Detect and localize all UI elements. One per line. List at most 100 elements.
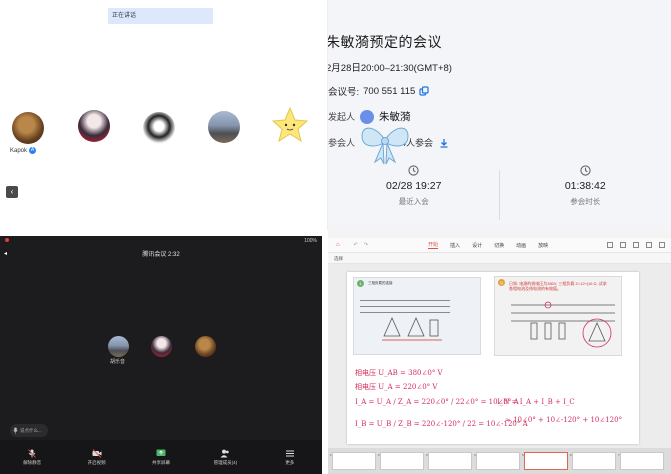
bow-sticker-icon xyxy=(361,127,409,165)
download-icon[interactable] xyxy=(439,138,449,148)
editor-title-bar xyxy=(328,230,671,238)
last-join-time: 02/28 19:27 xyxy=(386,180,442,192)
layout-icon[interactable] xyxy=(620,242,626,248)
history-clock-icon xyxy=(408,165,419,176)
handwritten-line-4: I_B = U_B / Z_B = 220∠-120° / 22 = 10∠-1… xyxy=(355,420,528,428)
lesson-card: 1 三相负载的连接 xyxy=(353,277,481,355)
status-bar: 100% xyxy=(0,236,322,246)
collapse-panel-button[interactable]: ‹ xyxy=(6,186,18,198)
slide-canvas[interactable]: 1 三相负载的连接 Q 已知: 电源的线电压为380V, 三相负载 Z=12+j… xyxy=(347,272,639,444)
call-header-title[interactable]: 腾讯会议 2:32 xyxy=(0,248,322,262)
slide-thumb[interactable]: 7 xyxy=(618,452,664,470)
participants-label: 参会人 xyxy=(328,138,356,148)
select-tool[interactable]: 选择 xyxy=(334,256,343,261)
slide-thumb[interactable]: 1 xyxy=(330,452,376,470)
handwritten-line-2: 相电压 U_A = 220∠0° V xyxy=(355,383,438,391)
share-screen-icon xyxy=(156,449,166,456)
participant-avatar-2[interactable] xyxy=(78,110,110,142)
circuit-line xyxy=(360,300,450,301)
meeting-id-label: 会议号: xyxy=(328,87,360,98)
participant-avatar-3[interactable] xyxy=(143,112,175,144)
members-icon xyxy=(220,449,230,457)
call-toolbar: 解除静音 开启视频 共享屏幕 管理成员(4) 更多 xyxy=(0,440,322,474)
tab-design[interactable]: 设计 xyxy=(472,242,482,249)
circuit-line xyxy=(360,306,450,307)
start-video-button[interactable]: 开启视频 xyxy=(77,448,117,466)
redo-icon[interactable]: ↷ xyxy=(364,242,368,248)
slide-thumbnails: 1 2 3 4 5 6 7 xyxy=(328,448,671,474)
meeting-details-panel: 朱敏漪预定的会议 2月28日20:00–21:30(GMT+8) 会议号: 70… xyxy=(328,0,671,230)
question-card: Q 已知: 电源的线电压为380V, 三相负载 Z=12+j16 Ω, 试求各相… xyxy=(494,276,622,356)
video-tile-name: 胡乐音 xyxy=(110,359,126,365)
participant-avatar-5[interactable] xyxy=(271,106,309,144)
share-icon[interactable] xyxy=(646,242,652,248)
circuit-line xyxy=(360,312,450,313)
tab-transition[interactable]: 切换 xyxy=(494,242,504,249)
manage-members-button[interactable]: 管理成员(4) xyxy=(205,449,245,466)
mic-icon xyxy=(13,427,18,434)
tab-insert[interactable]: 插入 xyxy=(450,242,460,249)
meeting-title: 朱敏漪预定的会议 xyxy=(328,34,442,50)
unmute-button[interactable]: 解除静音 xyxy=(12,448,52,466)
tab-start[interactable]: 开始 xyxy=(428,241,439,249)
mic-off-icon xyxy=(28,448,37,458)
stat-divider xyxy=(499,170,500,220)
last-join-stat: 02/28 19:27 最近入会 xyxy=(328,165,500,225)
slide-thumb[interactable]: 2 xyxy=(378,452,424,470)
copy-icon[interactable] xyxy=(419,86,429,96)
handwritten-line-6: ≈ 10∠0° + 10∠-120° + 10∠120° xyxy=(505,416,623,424)
slide-thumb[interactable]: 4 xyxy=(474,452,520,470)
duration-stat: 01:38:42 参会时长 xyxy=(500,165,671,225)
video-tile-avatar-3[interactable] xyxy=(195,336,216,357)
home-icon[interactable]: ⌂ xyxy=(336,242,340,248)
video-tile-avatar-2[interactable] xyxy=(151,336,172,357)
handwritten-line-5: I_N = I_A + I_B + I_C xyxy=(497,398,575,406)
share-screen-button[interactable]: 共享屏幕 xyxy=(141,449,181,466)
more-button[interactable]: 更多 xyxy=(270,449,310,466)
tab-animation[interactable]: 动画 xyxy=(516,242,526,249)
three-phase-diagram-icon xyxy=(511,301,615,348)
meeting-time: 2月28日20:00–21:30(GMT+8) xyxy=(328,63,452,74)
duration-value: 01:38:42 xyxy=(564,180,606,192)
recording-indicator xyxy=(5,238,11,244)
host-label: 发起人 xyxy=(328,112,356,122)
star-avatar-icon xyxy=(271,106,309,143)
grid-icon[interactable] xyxy=(607,242,613,248)
more-icon xyxy=(285,450,294,456)
video-off-icon xyxy=(92,448,102,458)
participant-gallery-panel: 正在讲话 Kapok A ‹ xyxy=(0,0,328,230)
more-options-icon[interactable] xyxy=(659,242,665,248)
video-call-panel: 100% ◂ 腾讯会议 2:32 胡乐音 说点什么... 解除静音 开启视频 共… xyxy=(0,236,322,474)
question-text: 已知: 电源的线电压为380V, 三相负载 Z=12+j16 Ω, 试求各相电流… xyxy=(509,281,607,291)
ribbon-actions xyxy=(607,242,665,248)
meeting-id-row: 会议号: 700 551 115 xyxy=(328,84,429,98)
last-join-label: 最近入会 xyxy=(398,197,429,206)
card-title: 三相负载的连接 xyxy=(368,281,393,285)
circuit-diagram-icon xyxy=(382,317,442,341)
meeting-id-value: 700 551 115 xyxy=(363,85,416,97)
chat-placeholder: 说点什么... xyxy=(20,428,42,433)
undo-icon[interactable]: ↶ xyxy=(354,242,358,248)
participant-avatar-4[interactable] xyxy=(208,111,240,143)
battery-status: 100% xyxy=(304,238,317,244)
handwritten-line-1: 相电压 U_AB = 380∠0° V xyxy=(355,369,443,377)
question-badge: Q xyxy=(498,279,505,286)
slide-thumb[interactable]: 3 xyxy=(426,452,472,470)
chat-input[interactable]: 说点什么... xyxy=(10,424,48,437)
recording-dot-icon xyxy=(5,238,9,242)
slide-editor-panel: ⌂ ↶ ↷ 开始 插入 设计 切换 动画 放映 选择 1 三相负载的连接 Q 已… xyxy=(328,230,671,474)
slide-thumb-active[interactable]: 5 xyxy=(522,452,568,470)
duration-label: 参会时长 xyxy=(570,197,601,206)
participant-name-kapok: Kapok A xyxy=(10,147,37,154)
tab-slideshow[interactable]: 放映 xyxy=(538,242,548,249)
video-tile-avatar-1[interactable] xyxy=(108,336,129,357)
format-toolbar: 选择 xyxy=(328,252,671,264)
ribbon-tabs: ⌂ ↶ ↷ 开始 插入 设计 切换 动画 放映 xyxy=(328,238,671,252)
pen-icon[interactable] xyxy=(633,242,639,248)
participant-avatar-kapok[interactable] xyxy=(12,112,44,144)
host-badge-icon: A xyxy=(29,147,37,154)
clock-icon xyxy=(580,165,591,176)
handwritten-line-3: I_A = U_A / Z_A = 220∠0° / 22∠0° = 10∠0°… xyxy=(355,398,519,406)
speaking-indicator: 正在讲话 xyxy=(108,8,213,24)
slide-thumb[interactable]: 6 xyxy=(570,452,616,470)
